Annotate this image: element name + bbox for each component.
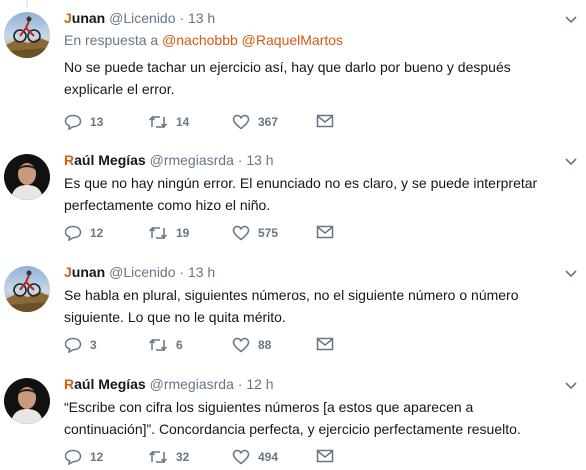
tweet-actions: 3 6 88 [64, 337, 364, 355]
reply-button[interactable]: 12 [64, 225, 103, 241]
separator-dot: · [237, 152, 243, 168]
user-handle[interactable]: @rmegiasrda [150, 152, 234, 168]
reply-button[interactable]: 13 [64, 114, 103, 130]
thread-connector [26, 0, 28, 8]
timestamp[interactable]: 13 h [246, 152, 273, 168]
tweet-header: Junan @Licenido · 13 h [64, 262, 562, 282]
timestamp[interactable]: 12 h [246, 376, 273, 392]
separator-dot: · [179, 10, 185, 26]
envelope-icon [316, 449, 334, 463]
tweet-text: Se habla en plural, siguientes números, … [64, 287, 519, 325]
envelope-icon [316, 337, 334, 351]
retweet-icon [148, 115, 168, 129]
tweet-actions: 12 19 575 [64, 225, 364, 243]
user-handle[interactable]: @Licenido [109, 264, 175, 280]
display-name[interactable]: unan [72, 10, 105, 26]
direct-message-button[interactable] [316, 114, 334, 128]
avatar[interactable] [4, 266, 50, 312]
tweet-text: “Escribe con cifra los siguientes número… [64, 399, 521, 437]
reply-button[interactable]: 12 [64, 449, 103, 465]
mention-link[interactable]: @nachobbb [162, 32, 238, 48]
reply-icon [64, 337, 82, 353]
retweet-count: 19 [176, 226, 190, 240]
like-count: 494 [258, 450, 279, 464]
reply-count: 12 [90, 226, 104, 240]
tweet-actions: 12 32 494 [64, 449, 364, 467]
heart-icon [232, 114, 250, 130]
display-name[interactable]: aúl Megías [74, 152, 146, 168]
heart-icon [232, 337, 250, 353]
like-button[interactable]: 88 [232, 337, 271, 353]
user-handle[interactable]: @Licenido [109, 10, 175, 26]
retweet-button[interactable]: 19 [148, 225, 189, 241]
user-handle[interactable]: @rmegiasrda [150, 376, 234, 392]
retweet-count: 32 [176, 450, 190, 464]
chevron-down-icon[interactable] [564, 12, 578, 26]
heart-icon [232, 225, 250, 241]
reply-icon [64, 449, 82, 465]
reply-prefix: En respuesta a [64, 32, 163, 48]
tweet-header: Raúl Megías @rmegiasrda · 12 h [64, 374, 562, 394]
retweet-count: 6 [176, 338, 183, 352]
reply-icon [64, 225, 82, 241]
display-name[interactable]: unan [72, 264, 105, 280]
reply-button[interactable]: 3 [64, 337, 97, 353]
avatar[interactable] [4, 154, 50, 200]
direct-message-button[interactable] [316, 449, 334, 463]
direct-message-button[interactable] [316, 225, 334, 239]
retweet-icon [148, 226, 168, 240]
envelope-icon [316, 114, 334, 128]
avatar[interactable] [4, 12, 50, 58]
reply-icon [64, 114, 82, 130]
like-button[interactable]: 575 [232, 225, 278, 241]
tweet-actions: 13 14 367 [64, 114, 364, 132]
like-count: 367 [258, 115, 279, 129]
like-button[interactable]: 494 [232, 449, 278, 465]
like-count: 575 [258, 226, 279, 240]
timestamp[interactable]: 13 h [188, 10, 215, 26]
avatar[interactable] [4, 378, 50, 424]
separator-dot: · [179, 264, 185, 280]
reply-count: 3 [90, 338, 97, 352]
tweet-text: Es que no hay ningún error. El enunciado… [64, 175, 538, 213]
retweet-icon [148, 338, 168, 352]
separator-dot: · [237, 376, 243, 392]
retweet-button[interactable]: 6 [148, 337, 183, 353]
heart-icon [232, 449, 250, 465]
retweet-button[interactable]: 32 [148, 449, 189, 465]
reply-context: En respuesta a @nachobbb @RaquelMartos [64, 30, 562, 50]
like-button[interactable]: 367 [232, 114, 278, 130]
reply-count: 12 [90, 450, 104, 464]
tweet-header: Raúl Megías @rmegiasrda · 13 h [64, 150, 562, 170]
retweet-count: 14 [176, 115, 190, 129]
tweet-text: No se puede tachar un ejercicio así, hay… [64, 59, 511, 97]
chevron-down-icon[interactable] [564, 154, 578, 168]
retweet-button[interactable]: 14 [148, 114, 189, 130]
timestamp[interactable]: 13 h [188, 264, 215, 280]
chevron-down-icon[interactable] [564, 378, 578, 392]
reply-count: 13 [90, 115, 104, 129]
mention-link[interactable]: @RaquelMartos [242, 32, 343, 48]
chevron-down-icon[interactable] [564, 266, 578, 280]
tweet-header: Junan @Licenido · 13 h [64, 8, 562, 28]
display-name-initial[interactable]: J [64, 264, 72, 280]
display-name-initial[interactable]: R [64, 152, 74, 168]
like-count: 88 [258, 338, 272, 352]
display-name-initial[interactable]: R [64, 376, 74, 392]
envelope-icon [316, 225, 334, 239]
display-name[interactable]: aúl Megías [74, 376, 146, 392]
direct-message-button[interactable] [316, 337, 334, 351]
retweet-icon [148, 450, 168, 464]
display-name-initial[interactable]: J [64, 10, 72, 26]
